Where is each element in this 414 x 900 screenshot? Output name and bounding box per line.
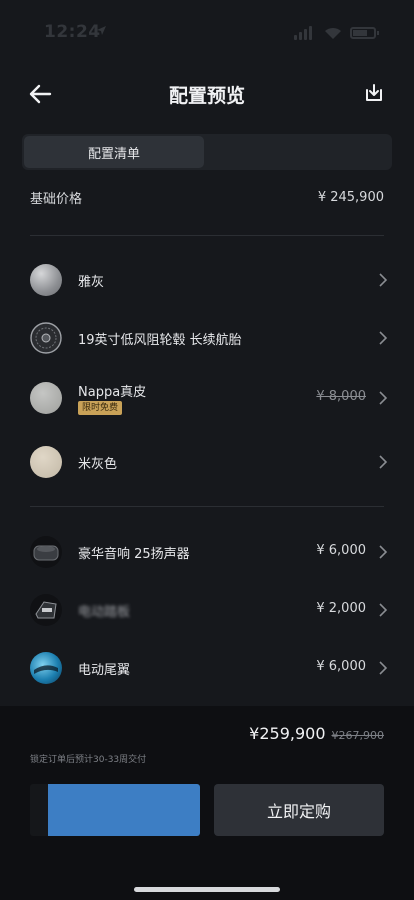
total-price: ¥259,900 bbox=[249, 724, 326, 743]
chevron-right-icon bbox=[379, 331, 388, 345]
option-price: ¥ 2,000 bbox=[316, 601, 366, 616]
base-price-label: 基础价格 bbox=[30, 191, 83, 207]
option-label: 雅灰 bbox=[78, 275, 105, 290]
beige-swatch bbox=[30, 446, 62, 478]
download-icon bbox=[366, 84, 382, 101]
option-price: ¥ 8,000 bbox=[316, 389, 366, 404]
leather-swatch bbox=[30, 382, 62, 414]
header: 配置预览 bbox=[0, 72, 414, 116]
option-audio[interactable]: 豪华音响 25扬声器 ¥ 6,000 bbox=[30, 529, 388, 575]
spoiler-icon bbox=[30, 652, 62, 684]
chevron-right-icon bbox=[379, 391, 388, 405]
tab-config-list[interactable]: 配置清单 bbox=[24, 136, 204, 168]
order-footer: ¥259,900 ¥267,900 锁定订单后预计30-33周交付 立即定购 bbox=[0, 706, 414, 900]
gray-paint-swatch bbox=[30, 264, 62, 296]
page-title: 配置预览 bbox=[168, 85, 245, 107]
chevron-right-icon bbox=[379, 661, 388, 675]
original-price: ¥267,900 bbox=[331, 729, 385, 742]
battery-icon bbox=[350, 27, 379, 39]
option-spoiler[interactable]: 电动尾翼 ¥ 6,000 bbox=[30, 645, 388, 691]
divider bbox=[30, 235, 384, 236]
location-arrow-icon bbox=[97, 26, 106, 35]
secondary-button[interactable] bbox=[30, 784, 200, 836]
status-icons bbox=[294, 26, 379, 40]
step-icon bbox=[30, 594, 62, 626]
option-label: 米灰色 bbox=[78, 457, 118, 472]
home-indicator bbox=[134, 887, 280, 892]
order-now-button[interactable]: 立即定购 bbox=[214, 784, 384, 836]
base-price-value: ¥ 245,900 bbox=[317, 189, 384, 205]
option-label: 电动尾翼 bbox=[78, 663, 131, 678]
total-row: ¥259,900 ¥267,900 bbox=[249, 724, 384, 743]
signal-icon bbox=[294, 26, 314, 40]
option-label: 19英寸低风阻轮毂 长续航胎 bbox=[78, 333, 242, 348]
option-interior-color[interactable]: 米灰色 bbox=[30, 439, 388, 485]
option-wheels[interactable]: 19英寸低风阻轮毂 长续航胎 bbox=[30, 315, 388, 361]
option-paint[interactable]: 雅灰 bbox=[30, 257, 388, 303]
option-label: 电动踏板 bbox=[78, 605, 131, 620]
download-button[interactable] bbox=[362, 81, 386, 105]
option-power-step[interactable]: 电动踏板 ¥ 2,000 bbox=[30, 587, 388, 633]
tab-secondary[interactable] bbox=[206, 136, 390, 168]
option-label: 豪华音响 25扬声器 bbox=[78, 547, 190, 562]
option-price: ¥ 6,000 bbox=[316, 543, 366, 558]
divider bbox=[30, 506, 384, 507]
speaker-icon bbox=[30, 536, 62, 568]
chevron-right-icon bbox=[379, 455, 388, 469]
free-badge: 限时免费 bbox=[78, 401, 123, 415]
chevron-right-icon bbox=[379, 603, 388, 617]
base-price-row: 基础价格 ¥ 245,900 bbox=[30, 184, 384, 210]
chevron-right-icon bbox=[379, 273, 388, 287]
wifi-icon bbox=[325, 27, 341, 39]
delivery-note: 锁定订单后预计30-33周交付 bbox=[30, 755, 147, 765]
option-leather[interactable]: Nappa真皮 限时免费 ¥ 8,000 bbox=[30, 375, 388, 421]
status-bar: 12:24 bbox=[0, 0, 414, 64]
chevron-right-icon bbox=[379, 545, 388, 559]
wheel-icon bbox=[30, 322, 62, 354]
tab-bar: 配置清单 bbox=[22, 134, 392, 170]
option-label: Nappa真皮 bbox=[78, 385, 147, 400]
option-price: ¥ 6,000 bbox=[316, 659, 366, 674]
status-time: 12:24 bbox=[44, 22, 101, 42]
